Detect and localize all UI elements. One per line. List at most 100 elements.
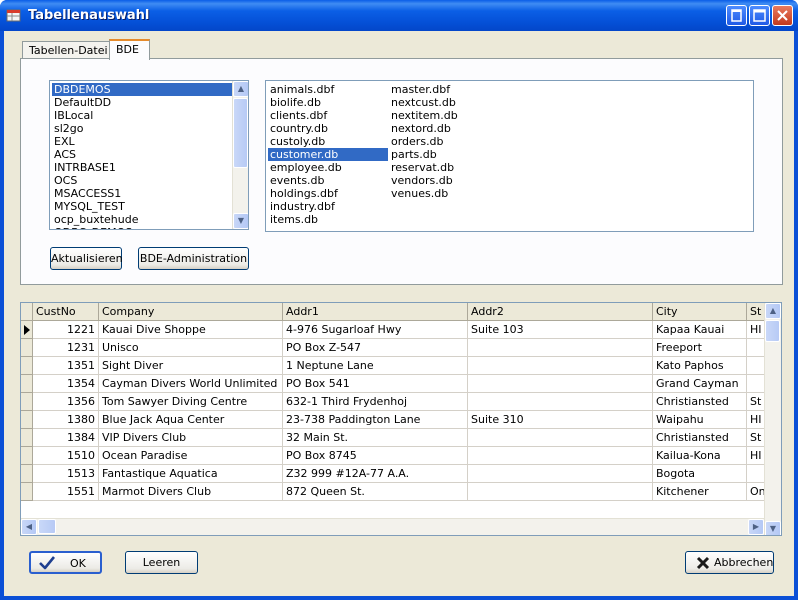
grid-vscroll-thumb[interactable] xyxy=(765,320,780,342)
grid-cell[interactable]: PO Box 541 xyxy=(283,375,468,393)
grid-cell[interactable]: Blue Jack Aqua Center xyxy=(99,411,283,429)
grid-cell[interactable]: 32 Main St. xyxy=(283,429,468,447)
alias-item[interactable]: ACS xyxy=(52,148,232,161)
alias-item[interactable]: DefaultDD xyxy=(52,96,232,109)
table-item[interactable]: employee.db xyxy=(268,161,388,174)
ok-button[interactable]: OK xyxy=(29,551,102,574)
scroll-down-icon[interactable]: ▼ xyxy=(765,521,781,535)
maximize-button[interactable] xyxy=(749,5,770,26)
grid-cell[interactable]: Freeport xyxy=(653,339,747,357)
grid-cell[interactable]: 872 Queen St. xyxy=(283,483,468,501)
table-row[interactable]: 1354 Cayman Divers World Unlimited PO Box … xyxy=(21,375,777,393)
grid-cell[interactable]: Kitchener xyxy=(653,483,747,501)
table-row[interactable]: 1380 Blue Jack Aqua Center 23-738 Paddingt… xyxy=(21,411,777,429)
alias-item[interactable]: MSACCESS1 xyxy=(52,187,232,200)
table-row[interactable]: 1231 Unisco PO Box Z-547 Freeport xyxy=(21,339,777,357)
grid-cell[interactable]: Ocean Paradise xyxy=(99,447,283,465)
alias-item[interactable]: ocp_buxtehude xyxy=(52,213,232,226)
table-item[interactable]: industry.dbf xyxy=(268,200,388,213)
grid-cell[interactable]: Tom Sawyer Diving Centre xyxy=(99,393,283,411)
help-button[interactable] xyxy=(726,5,747,26)
alias-item[interactable]: EXL xyxy=(52,135,232,148)
table-item[interactable]: nextitem.db xyxy=(389,109,509,122)
alias-listbox[interactable]: DBDEMOS DefaultDD IBLocal sl2go EXL ACS INTRBA… xyxy=(49,80,249,230)
grid-cell[interactable]: Grand Cayman xyxy=(653,375,747,393)
tab-bde[interactable]: BDE xyxy=(109,39,150,60)
table-item[interactable]: venues.db xyxy=(389,187,509,200)
alias-item[interactable]: DBDEMOS xyxy=(52,83,232,96)
grid-cell[interactable]: Kapaa Kauai xyxy=(653,321,747,339)
close-button[interactable] xyxy=(772,5,793,26)
grid-cell[interactable]: VIP Divers Club xyxy=(99,429,283,447)
clear-button[interactable]: Leeren xyxy=(125,551,198,574)
table-item[interactable]: orders.db xyxy=(389,135,509,148)
alias-vertical-scrollbar[interactable]: ▲ ▼ xyxy=(232,81,248,229)
table-item[interactable]: nextcust.db xyxy=(389,96,509,109)
alias-item[interactable]: INTRBASE1 xyxy=(52,161,232,174)
alias-item[interactable]: sl2go xyxy=(52,122,232,135)
grid-cell[interactable]: Fantastique Aquatica xyxy=(99,465,283,483)
grid-cell[interactable]: 1384 xyxy=(33,429,99,447)
table-listbox[interactable]: animals.dbf biolife.db clients.dbf country.… xyxy=(265,80,754,232)
grid-cell[interactable] xyxy=(468,375,653,393)
grid-cell[interactable]: Christiansted xyxy=(653,393,747,411)
table-item[interactable]: master.dbf xyxy=(389,83,509,96)
grid-cell[interactable] xyxy=(468,483,653,501)
grid-cell[interactable]: 1354 xyxy=(33,375,99,393)
grid-cell[interactable]: 1510 xyxy=(33,447,99,465)
grid-cell[interactable]: 1356 xyxy=(33,393,99,411)
column-header[interactable]: Company xyxy=(99,303,283,321)
grid-cell[interactable]: 1351 xyxy=(33,357,99,375)
grid-cell[interactable]: Waipahu xyxy=(653,411,747,429)
grid-cell[interactable]: 1221 xyxy=(33,321,99,339)
table-item[interactable]: holdings.dbf xyxy=(268,187,388,200)
table-item[interactable]: items.db xyxy=(268,213,388,226)
table-item[interactable]: reservat.db xyxy=(389,161,509,174)
grid-cell[interactable]: Kailua-Kona xyxy=(653,447,747,465)
grid-cell[interactable]: 1513 xyxy=(33,465,99,483)
table-row[interactable]: 1510 Ocean Paradise PO Box 8745 Kailua-Kona… xyxy=(21,447,777,465)
grid-hscroll-thumb[interactable] xyxy=(38,519,56,534)
grid-cell[interactable] xyxy=(468,465,653,483)
data-grid[interactable]: CustNo Company Addr1 Addr2 City St 1221 Kauai D… xyxy=(20,302,782,536)
title-bar[interactable]: Tabellenauswahl xyxy=(0,0,798,31)
table-item[interactable]: biolife.db xyxy=(268,96,388,109)
table-item[interactable]: custoly.db xyxy=(268,135,388,148)
table-row[interactable]: 1356 Tom Sawyer Diving Centre 632-1 Third … xyxy=(21,393,777,411)
column-header[interactable]: Addr1 xyxy=(283,303,468,321)
scroll-thumb[interactable] xyxy=(233,98,248,168)
column-header[interactable]: City xyxy=(653,303,747,321)
grid-cell[interactable]: Z32 999 #12A-77 A.A. xyxy=(283,465,468,483)
grid-cell[interactable]: PO Box 8745 xyxy=(283,447,468,465)
alias-item[interactable]: OCS xyxy=(52,174,232,187)
table-item[interactable]: clients.dbf xyxy=(268,109,388,122)
table-item[interactable]: parts.db xyxy=(389,148,509,161)
grid-cell[interactable]: Cayman Divers World Unlimited xyxy=(99,375,283,393)
table-row[interactable]: 1351 Sight Diver 1 Neptune Lane Kato Paphos xyxy=(21,357,777,375)
grid-cell[interactable]: 4-976 Sugarloaf Hwy xyxy=(283,321,468,339)
column-header[interactable]: Addr2 xyxy=(468,303,653,321)
grid-cell[interactable]: Marmot Divers Club xyxy=(99,483,283,501)
grid-horizontal-scrollbar[interactable]: ◀ ▶ xyxy=(21,518,764,535)
grid-cell[interactable]: 632-1 Third Frydenhoj xyxy=(283,393,468,411)
grid-cell[interactable]: Suite 310 xyxy=(468,411,653,429)
refresh-button[interactable]: Aktualisieren xyxy=(50,247,123,270)
grid-cell[interactable]: Unisco xyxy=(99,339,283,357)
grid-cell[interactable] xyxy=(468,357,653,375)
scroll-left-icon[interactable]: ◀ xyxy=(21,519,37,535)
grid-cell[interactable] xyxy=(468,447,653,465)
alias-item[interactable]: MYSQL_TEST xyxy=(52,200,232,213)
column-header[interactable]: CustNo xyxy=(33,303,99,321)
table-row[interactable]: 1551 Marmot Divers Club 872 Queen St. Kitch… xyxy=(21,483,777,501)
grid-cell[interactable] xyxy=(468,429,653,447)
scroll-down-icon[interactable]: ▼ xyxy=(233,213,248,229)
alias-item[interactable]: ODBC_DEMOS xyxy=(52,226,232,229)
table-item[interactable]: animals.dbf xyxy=(268,83,388,96)
grid-cell[interactable] xyxy=(468,339,653,357)
table-row[interactable]: 1513 Fantastique Aquatica Z32 999 #12A-77 … xyxy=(21,465,777,483)
grid-vertical-scrollbar[interactable]: ▲ ▼ xyxy=(764,303,781,535)
scroll-up-icon[interactable]: ▲ xyxy=(233,81,248,97)
grid-cell[interactable]: 23-738 Paddington Lane xyxy=(283,411,468,429)
grid-cell[interactable]: Kauai Dive Shoppe xyxy=(99,321,283,339)
table-item[interactable]: nextord.db xyxy=(389,122,509,135)
